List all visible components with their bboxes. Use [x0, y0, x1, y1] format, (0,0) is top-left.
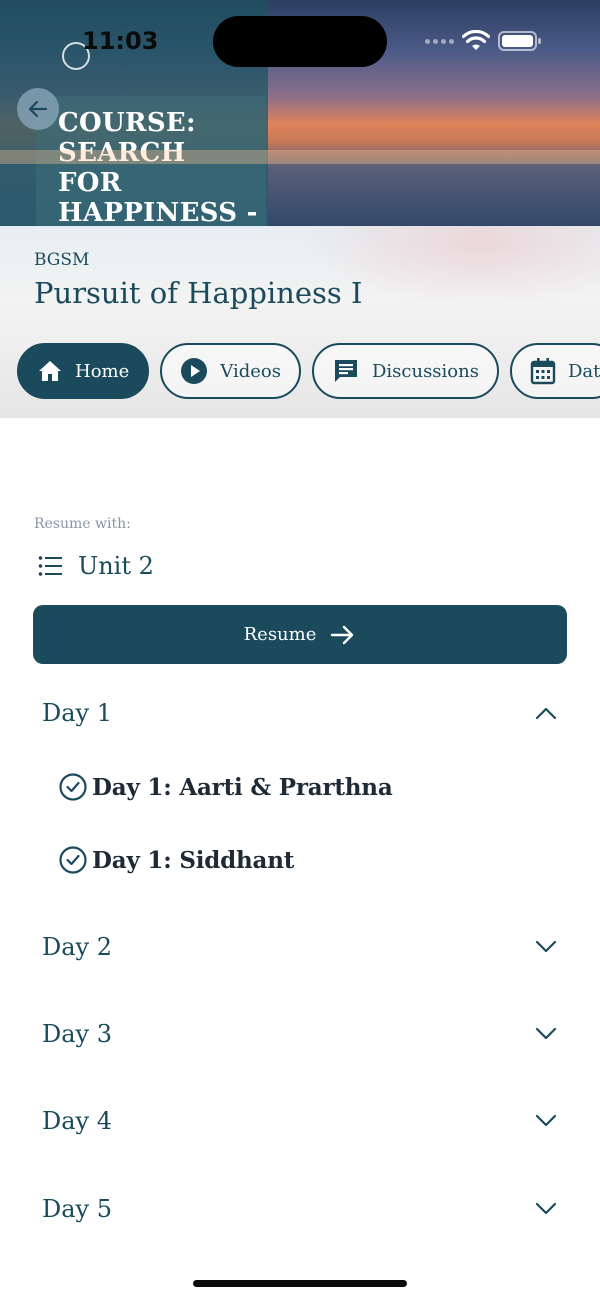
day-3-label: Day 3 — [42, 1020, 113, 1048]
back-button[interactable] — [17, 88, 59, 130]
calendar-icon — [530, 358, 556, 385]
resume-button[interactable]: Resume — [33, 605, 567, 664]
chevron-up-icon — [535, 707, 557, 720]
tab-home-label: Home — [75, 360, 130, 382]
lesson-item[interactable]: Day 1: Siddhant — [58, 845, 294, 875]
day-5-label: Day 5 — [42, 1195, 113, 1223]
battery-icon — [498, 31, 541, 51]
course-org: BGSM — [34, 250, 90, 270]
list-icon — [38, 556, 62, 576]
status-time: 11:03 — [82, 27, 159, 55]
day-2-label: Day 2 — [42, 933, 113, 961]
day-4-header[interactable]: Day 4 — [0, 1091, 600, 1151]
home-icon — [39, 361, 61, 381]
day-1-label: Day 1 — [42, 699, 113, 727]
tab-dates-label: Dat — [567, 360, 600, 382]
day-2-header[interactable]: Day 2 — [0, 917, 600, 977]
arrow-right-icon — [331, 625, 354, 644]
chevron-down-icon — [535, 1027, 557, 1040]
wifi-icon — [462, 30, 490, 50]
resume-label: Resume with: — [34, 516, 131, 532]
resume-unit[interactable]: Unit 2 — [38, 552, 154, 580]
resume-unit-label: Unit 2 — [78, 552, 154, 580]
tab-discussions-label: Discussions — [371, 360, 479, 382]
chevron-down-icon — [535, 940, 557, 953]
check-circle-icon — [59, 773, 87, 801]
lesson-item[interactable]: Day 1: Aarti & Prarthna — [58, 772, 393, 802]
day-5-header[interactable]: Day 5 — [0, 1179, 600, 1239]
tab-videos-label: Videos — [220, 360, 281, 382]
chat-icon — [334, 360, 357, 382]
dynamic-island — [213, 16, 387, 67]
tab-bar: Home Videos Discussions Dat — [17, 343, 600, 399]
banner-title: COURSE: SEARCH FOR HAPPINESS - I — [58, 108, 258, 226]
chevron-down-icon — [535, 1114, 557, 1127]
course-title: Pursuit of Happiness I — [34, 276, 363, 310]
home-indicator[interactable] — [193, 1280, 407, 1287]
tab-videos[interactable]: Videos — [160, 343, 301, 399]
day-4-label: Day 4 — [42, 1107, 113, 1135]
tab-home[interactable]: Home — [17, 343, 150, 399]
signal-icon — [425, 38, 454, 44]
day-3-header[interactable]: Day 3 — [0, 1004, 600, 1064]
status-icons — [425, 28, 542, 54]
tab-discussions[interactable]: Discussions — [311, 343, 499, 399]
lesson-title: Day 1: Siddhant — [92, 846, 295, 874]
arrow-left-icon — [28, 100, 48, 118]
chevron-down-icon — [535, 1202, 557, 1215]
lesson-title: Day 1: Aarti & Prarthna — [92, 773, 393, 801]
resume-button-label: Resume — [243, 624, 317, 645]
tab-dates[interactable]: Dat — [509, 343, 600, 399]
check-circle-icon — [59, 846, 87, 874]
day-1-header[interactable]: Day 1 — [0, 683, 600, 743]
play-icon — [181, 358, 208, 384]
